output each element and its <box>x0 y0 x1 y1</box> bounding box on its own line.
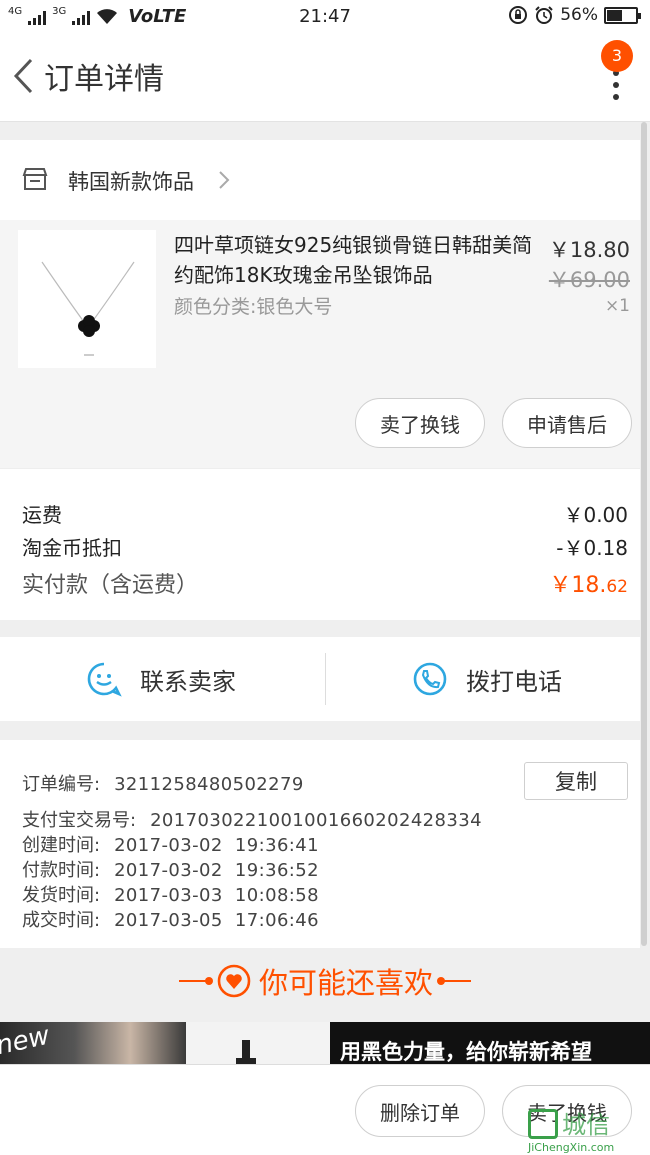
delete-order-button[interactable]: 删除订单 <box>355 1085 485 1137</box>
watermark-logo-icon <box>528 1109 558 1139</box>
paid-row: 付款时间: 2017-03-02 19:36:52 <box>22 856 319 882</box>
phone-icon <box>413 662 447 696</box>
bottom-action-bar: 删除订单 卖了换钱 城信 JiChengXin.com <box>0 1064 650 1155</box>
necklace-image <box>41 261 135 356</box>
battery-percent: 56% <box>560 5 598 25</box>
recommendations-title: 你可能还喜欢 <box>258 966 433 1000</box>
call-phone-label: 拨打电话 <box>466 667 562 696</box>
recommendation-item-1[interactable]: new <box>0 1022 186 1066</box>
status-right: 56% <box>508 5 641 25</box>
paid-label: 付款时间: <box>22 860 101 881</box>
coin-discount-row: 淘金币抵扣 -￥0.18 <box>22 532 628 561</box>
page-title: 订单详情 <box>44 62 164 97</box>
shipping-row: 运费 ￥0.00 <box>22 499 628 528</box>
sell-for-cash-button[interactable]: 卖了换钱 <box>355 398 485 448</box>
shipping-label: 运费 <box>22 503 62 527</box>
notification-badge: 3 <box>601 40 633 72</box>
paid-time: 2017-03-02 19:36:52 <box>114 860 319 881</box>
more-menu-icon[interactable] <box>612 70 620 100</box>
watermark: 城信 JiChengXin.com <box>528 1105 646 1155</box>
heart-icon <box>217 964 251 998</box>
lamp-image <box>236 1040 256 1066</box>
recommendation-item-3[interactable]: 用黑色力量，给你崭新希望 <box>330 1022 650 1066</box>
completed-row: 成交时间: 2017-03-05 17:06:46 <box>22 906 319 932</box>
scrollbar[interactable] <box>641 122 647 946</box>
coin-discount-value: -￥0.18 <box>556 536 628 560</box>
call-phone-button[interactable]: 拨打电话 <box>412 637 562 721</box>
shipped-label: 发货时间: <box>22 885 101 906</box>
alarm-icon <box>535 6 553 24</box>
contact-seller-button[interactable]: 联系卖家 <box>86 637 236 721</box>
watermark-text: 城信 <box>562 1111 610 1139</box>
decor-line-left <box>178 977 213 985</box>
copy-button[interactable]: 复制 <box>524 762 628 800</box>
shipping-value: ￥0.00 <box>563 503 628 527</box>
decor-line-right <box>437 977 471 985</box>
shop-name[interactable]: 韩国新款饰品 <box>68 166 194 196</box>
total-value-main: ￥18. <box>549 573 607 598</box>
back-arrow-icon[interactable] <box>12 58 34 94</box>
order-number: 3211258480502279 <box>114 774 304 795</box>
completed-label: 成交时间: <box>22 910 101 931</box>
store-icon <box>22 168 48 190</box>
total-row: 实付款（含运费） ￥18.62 <box>22 567 628 599</box>
total-value-cents: 62 <box>606 577 628 597</box>
order-number-label: 订单编号: <box>22 774 101 795</box>
chevron-right-icon <box>219 171 230 189</box>
battery-icon <box>604 6 641 24</box>
nav-header: 订单详情 3 <box>0 34 650 122</box>
product-original-price: ￥69.00 <box>548 268 630 292</box>
product-quantity: ×1 <box>604 296 630 316</box>
banner-text-3: 用黑色力量，给你崭新希望 <box>340 1040 592 1064</box>
fee-summary: 运费 ￥0.00 淘金币抵扣 -￥0.18 实付款（含运费） ￥18.62 <box>0 468 640 620</box>
banner-text-1: new <box>0 1022 53 1062</box>
product-name[interactable]: 四叶草项链女925纯银锁骨链日韩甜美简约配饰18K玫瑰金吊坠银饰品 <box>174 230 544 290</box>
recommendation-strip[interactable]: new 用黑色力量，给你崭新希望 <box>0 1022 650 1066</box>
contact-bar: 联系卖家 拨打电话 <box>0 637 640 721</box>
recommendation-item-2[interactable] <box>186 1022 330 1066</box>
shipped-row: 发货时间: 2017-03-03 10:08:58 <box>22 881 319 907</box>
product-card[interactable]: 四叶草项链女925纯银锁骨链日韩甜美简约配饰18K玫瑰金吊坠银饰品 颜色分类:银… <box>0 220 640 468</box>
order-number-row: 订单编号: 3211258480502279 <box>22 770 304 796</box>
shipped-time: 2017-03-03 10:08:58 <box>114 885 319 906</box>
alipay-number: 2017030221001001660202428334 <box>150 810 482 831</box>
coin-discount-label: 淘金币抵扣 <box>22 536 122 560</box>
divider <box>325 653 326 705</box>
watermark-subtext: JiChengXin.com <box>528 1141 615 1154</box>
product-variant: 颜色分类:银色大号 <box>174 296 333 318</box>
recommendations-header: 你可能还喜欢 <box>0 948 650 1022</box>
completed-time: 2017-03-05 17:06:46 <box>114 910 319 931</box>
recommendations-title-row: 你可能还喜欢 <box>0 960 650 1002</box>
total-value: ￥18.62 <box>549 567 628 599</box>
shop-row[interactable]: 韩国新款饰品 <box>0 140 640 220</box>
alipay-label: 支付宝交易号: <box>22 810 137 831</box>
product-image[interactable] <box>18 230 156 368</box>
created-label: 创建时间: <box>22 835 101 856</box>
product-price: ￥18.80 <box>548 238 630 262</box>
created-time: 2017-03-02 19:36:41 <box>114 835 319 856</box>
contact-seller-label: 联系卖家 <box>140 667 236 696</box>
after-sales-button[interactable]: 申请售后 <box>502 398 632 448</box>
created-row: 创建时间: 2017-03-02 19:36:41 <box>22 831 319 857</box>
status-bar: 4G 3G VoLTE 21:47 56% <box>0 0 650 34</box>
chat-icon <box>87 662 122 697</box>
lock-rotation-icon <box>509 6 528 24</box>
alipay-row: 支付宝交易号: 2017030221001001660202428334 <box>22 806 482 832</box>
order-info: 订单编号: 3211258480502279 复制 支付宝交易号: 20170302… <box>0 740 640 948</box>
total-label: 实付款（含运费） <box>22 573 199 598</box>
